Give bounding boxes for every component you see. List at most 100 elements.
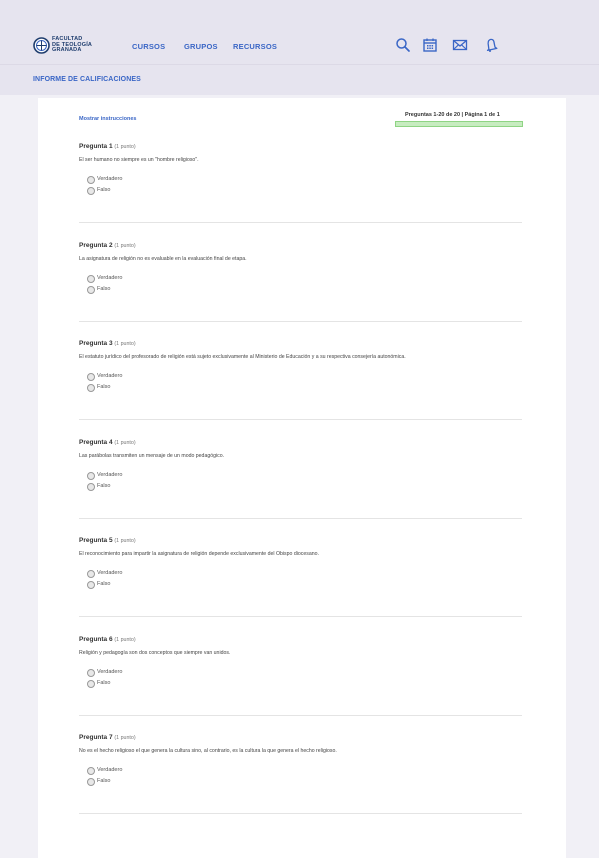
question-points: (1 punto) — [114, 735, 136, 741]
option-verdadero[interactable]: Verdadero — [87, 471, 524, 482]
question-block: Pregunta 1 (1 punto) El ser humano no sie… — [79, 143, 524, 197]
radio-button[interactable] — [87, 275, 95, 283]
question-points: (1 punto) — [114, 144, 136, 150]
question-title: Pregunta 2 (1 punto) — [79, 242, 524, 249]
radio-button[interactable] — [87, 680, 95, 688]
radio-button[interactable] — [87, 581, 95, 589]
option-label: Falso — [97, 581, 111, 587]
question-divider — [79, 616, 522, 617]
radio-button[interactable] — [87, 483, 95, 491]
question-text: El reconocimiento para impartir la asign… — [79, 551, 319, 557]
question-points: (1 punto) — [114, 637, 136, 643]
progress-bar — [395, 121, 523, 127]
option-falso[interactable]: Falso — [87, 186, 524, 197]
radio-button[interactable] — [87, 384, 95, 392]
radio-button[interactable] — [87, 286, 95, 294]
question-text: La asignatura de religión no es evaluabl… — [79, 256, 247, 262]
question-block: Pregunta 7 (1 punto) No es el hecho relig… — [79, 734, 524, 788]
nav-recursos[interactable]: RECURSOS — [233, 42, 277, 51]
question-divider — [79, 518, 522, 519]
show-instructions-link[interactable]: Mostrar instrucciones — [79, 116, 136, 122]
radio-button[interactable] — [87, 570, 95, 578]
option-label: Falso — [97, 286, 111, 292]
question-text: No es el hecho religioso el que genera l… — [79, 748, 337, 754]
question-number: Pregunta 5 — [79, 537, 113, 544]
logo-line-3: GRANADA — [52, 47, 82, 54]
logo-emblem-icon — [33, 37, 50, 54]
question-points: (1 punto) — [114, 243, 136, 249]
faculty-logo[interactable]: FACULTAD DE TEOLOGÍA GRANADA — [33, 36, 111, 57]
radio-button[interactable] — [87, 778, 95, 786]
question-title: Pregunta 6 (1 punto) — [79, 636, 524, 643]
radio-button[interactable] — [87, 767, 95, 775]
question-title: Pregunta 5 (1 punto) — [79, 537, 524, 544]
option-falso[interactable]: Falso — [87, 580, 524, 591]
option-label: Verdadero — [97, 472, 123, 478]
question-divider — [79, 715, 522, 716]
answer-options: Verdadero Falso — [79, 175, 524, 197]
option-label: Verdadero — [97, 669, 123, 675]
radio-button[interactable] — [87, 187, 95, 195]
option-label: Verdadero — [97, 570, 123, 576]
answer-options: Verdadero Falso — [79, 569, 524, 591]
logo-text: FACULTAD DE TEOLOGÍA GRANADA — [52, 36, 92, 54]
question-number: Pregunta 7 — [79, 734, 113, 741]
radio-button[interactable] — [87, 176, 95, 184]
question-text: Religión y pedagogía son dos conceptos q… — [79, 650, 231, 656]
option-verdadero[interactable]: Verdadero — [87, 274, 524, 285]
answer-options: Verdadero Falso — [79, 372, 524, 394]
question-points: (1 punto) — [114, 341, 136, 347]
bell-icon[interactable] — [483, 37, 499, 53]
question-points: (1 punto) — [114, 538, 136, 544]
option-label: Verdadero — [97, 373, 123, 379]
option-verdadero[interactable]: Verdadero — [87, 668, 524, 679]
question-title: Pregunta 4 (1 punto) — [79, 439, 524, 446]
option-label: Verdadero — [97, 275, 123, 281]
question-number: Pregunta 2 — [79, 242, 113, 249]
search-icon[interactable] — [395, 37, 411, 53]
option-label: Verdadero — [97, 176, 123, 182]
radio-button[interactable] — [87, 373, 95, 381]
option-label: Verdadero — [97, 767, 123, 773]
question-divider — [79, 419, 522, 420]
option-falso[interactable]: Falso — [87, 679, 524, 690]
question-number: Pregunta 3 — [79, 340, 113, 347]
pagination-info: Preguntas 1-20 de 20 | Página 1 de 1 — [405, 112, 500, 118]
question-text: Las parábolas transmiten un mensaje de u… — [79, 453, 225, 459]
question-block: Pregunta 6 (1 punto) Religión y pedagogía… — [79, 636, 524, 690]
option-verdadero[interactable]: Verdadero — [87, 175, 524, 186]
question-number: Pregunta 1 — [79, 143, 113, 150]
nav-grupos[interactable]: GRUPOS — [184, 42, 218, 51]
question-title: Pregunta 1 (1 punto) — [79, 143, 524, 150]
question-text: El ser humano no siempre es un "hombre r… — [79, 157, 199, 163]
option-falso[interactable]: Falso — [87, 285, 524, 296]
option-falso[interactable]: Falso — [87, 383, 524, 394]
option-falso[interactable]: Falso — [87, 482, 524, 493]
question-divider — [79, 813, 522, 814]
option-label: Falso — [97, 680, 111, 686]
calendar-icon[interactable] — [422, 37, 438, 53]
option-falso[interactable]: Falso — [87, 777, 524, 788]
answer-options: Verdadero Falso — [79, 471, 524, 493]
report-title: INFORME DE CALIFICACIONES — [33, 76, 141, 83]
option-verdadero[interactable]: Verdadero — [87, 569, 524, 580]
answer-options: Verdadero Falso — [79, 766, 524, 788]
option-label: Falso — [97, 384, 111, 390]
question-block: Pregunta 3 (1 punto) El estatuto jurídico… — [79, 340, 524, 394]
nav-cursos[interactable]: CURSOS — [132, 42, 165, 51]
question-divider — [79, 321, 522, 322]
question-points: (1 punto) — [114, 440, 136, 446]
radio-button[interactable] — [87, 669, 95, 677]
option-label: Falso — [97, 483, 111, 489]
option-verdadero[interactable]: Verdadero — [87, 372, 524, 383]
radio-button[interactable] — [87, 472, 95, 480]
mail-icon[interactable] — [452, 37, 468, 53]
question-block: Pregunta 2 (1 punto) La asignatura de rel… — [79, 242, 524, 296]
question-number: Pregunta 4 — [79, 439, 113, 446]
question-divider — [79, 222, 522, 223]
option-verdadero[interactable]: Verdadero — [87, 766, 524, 777]
option-label: Falso — [97, 778, 111, 784]
question-block: Pregunta 5 (1 punto) El reconocimiento pa… — [79, 537, 524, 591]
answer-options: Verdadero Falso — [79, 274, 524, 296]
question-title: Pregunta 7 (1 punto) — [79, 734, 524, 741]
